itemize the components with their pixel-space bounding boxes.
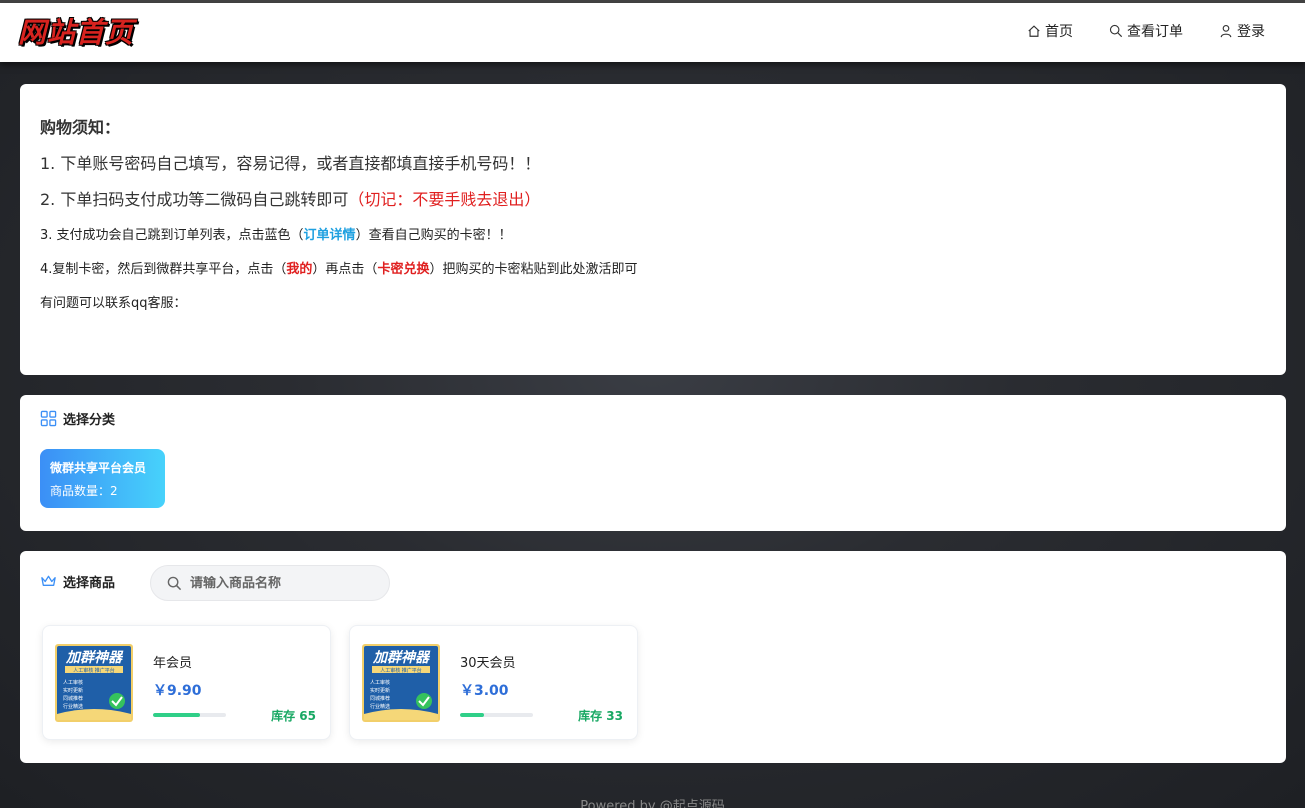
user-icon (1220, 25, 1232, 38)
search-icon (1109, 24, 1123, 38)
notice-line-4-a: 4.复制卡密，然后到微群共享平台，点击（ (40, 262, 287, 277)
product-image-sub: 人工审核 推广平台 (73, 667, 115, 674)
site-logo[interactable]: 网站首页 (18, 13, 134, 49)
product-image-line: 人工审核 (370, 679, 390, 686)
product-image-line: 行业精选 (63, 703, 83, 710)
product-image-title: 加群神器 (372, 649, 431, 666)
home-icon (1028, 25, 1040, 37)
stock-bar-fill (460, 713, 485, 717)
stock-bar (153, 713, 226, 717)
notice-title: 购物须知： (40, 118, 121, 137)
nav-login-label: 登录 (1237, 24, 1265, 40)
product-header: 选择商品 (40, 572, 115, 591)
notice-card: 购物须知： 1. 下单账号密码自己填写，容易记得，或者直接都填直接手机号码！！ … (20, 84, 1286, 375)
product-image-line: 实时更新 (370, 687, 390, 694)
product-search[interactable] (150, 565, 390, 601)
product-image-line: 同城推荐 (63, 695, 83, 702)
category-section-title: 选择分类 (63, 413, 116, 428)
category-header: 选择分类 (40, 409, 115, 428)
notice-line-2-warning: （切记：不要手贱去退出） (348, 190, 541, 209)
mine-hint: 我的 (286, 262, 313, 277)
crown-icon (41, 575, 56, 586)
product-item[interactable]: 加群神器 人工审核 推广平台 人工审核 实时更新 同城推荐 行业精选 年会员 ￥… (42, 625, 331, 740)
product-image-line: 实时更新 (63, 687, 83, 694)
nav-home-label: 首页 (1045, 24, 1073, 40)
notice-line-2: 2. 下单扫码支付成功等二微码自己跳转即可（切记：不要手贱去退出） (40, 186, 540, 210)
nav-orders[interactable]: 查看订单 (1109, 20, 1183, 42)
category-count: 商品数量：2 (50, 484, 118, 498)
notice-line-5: 有问题可以联系qq客服： (40, 296, 187, 311)
product-image-line: 行业精选 (370, 703, 390, 710)
notice-line-3-a: 3. 支付成功会自己跳到订单列表，点击蓝色（ (40, 228, 304, 243)
product-image-line: 同城推荐 (370, 695, 390, 702)
search-icon (167, 576, 182, 590)
product-image: 加群神器 人工审核 推广平台 人工审核 实时更新 同城推荐 行业精选 (362, 644, 440, 722)
category-card: 选择分类 微群共享平台会员 商品数量：2 (20, 395, 1286, 531)
product-card: 选择商品 加群神器 人工审核 推广平台 人工审核 实时更新 同城推荐 行业精选 … (20, 551, 1286, 763)
nav-orders-label: 查看订单 (1127, 24, 1183, 40)
product-search-input[interactable] (190, 575, 370, 591)
category-name: 微群共享平台会员 (50, 461, 147, 475)
product-image-sub: 人工审核 推广平台 (380, 667, 422, 674)
product-image-line: 人工审核 (63, 679, 83, 686)
nav-login[interactable]: 登录 (1219, 20, 1265, 42)
category-chip[interactable]: 微群共享平台会员 商品数量：2 (40, 449, 165, 508)
product-price: ￥3.00 (460, 683, 509, 699)
notice-line-3: 3. 支付成功会自己跳到订单列表，点击蓝色（订单详情）查看自己购买的卡密！！ (40, 224, 512, 243)
notice-line-1: 1. 下单账号密码自己填写，容易记得，或者直接都填直接手机号码！！ (40, 154, 541, 173)
stock-bar (460, 713, 533, 717)
notice-line-2-text: 2. 下单扫码支付成功等二微码自己跳转即可 (40, 190, 349, 209)
product-price: ￥9.90 (153, 683, 202, 699)
product-name: 30天会员 (460, 656, 516, 671)
notice-line-3-b: ）查看自己购买的卡密！！ (355, 228, 512, 243)
product-stock: 库存 65 (271, 709, 316, 723)
stock-bar-fill (153, 713, 201, 717)
notice-line-4-b: ）再点击（ (312, 262, 378, 277)
product-image-title: 加群神器 (65, 649, 124, 666)
product-item[interactable]: 加群神器 人工审核 推广平台 人工审核 实时更新 同城推荐 行业精选 30天会员… (349, 625, 638, 740)
order-detail-hint: 订单详情 (303, 228, 356, 243)
product-name: 年会员 (153, 656, 193, 671)
product-stock: 库存 33 (578, 709, 623, 723)
notice-line-4: 4.复制卡密，然后到微群共享平台，点击（我的）再点击（卡密兑换）把购买的卡密粘贴… (40, 258, 637, 277)
nav-menu: 首页 查看订单 登录 (1027, 20, 1265, 42)
grid-icon (40, 410, 57, 427)
product-image: 加群神器 人工审核 推广平台 人工审核 实时更新 同城推荐 行业精选 (55, 644, 133, 722)
redeem-hint: 卡密兑换 (377, 262, 430, 277)
navbar: 网站首页 首页 查看订单 登录 (0, 3, 1305, 62)
product-section-title: 选择商品 (63, 576, 116, 591)
footer-text: Powered by @起点源码 (580, 799, 725, 808)
nav-home[interactable]: 首页 (1027, 20, 1073, 42)
notice-line-4-c: ）把购买的卡密粘贴到此处激活即可 (429, 262, 638, 277)
